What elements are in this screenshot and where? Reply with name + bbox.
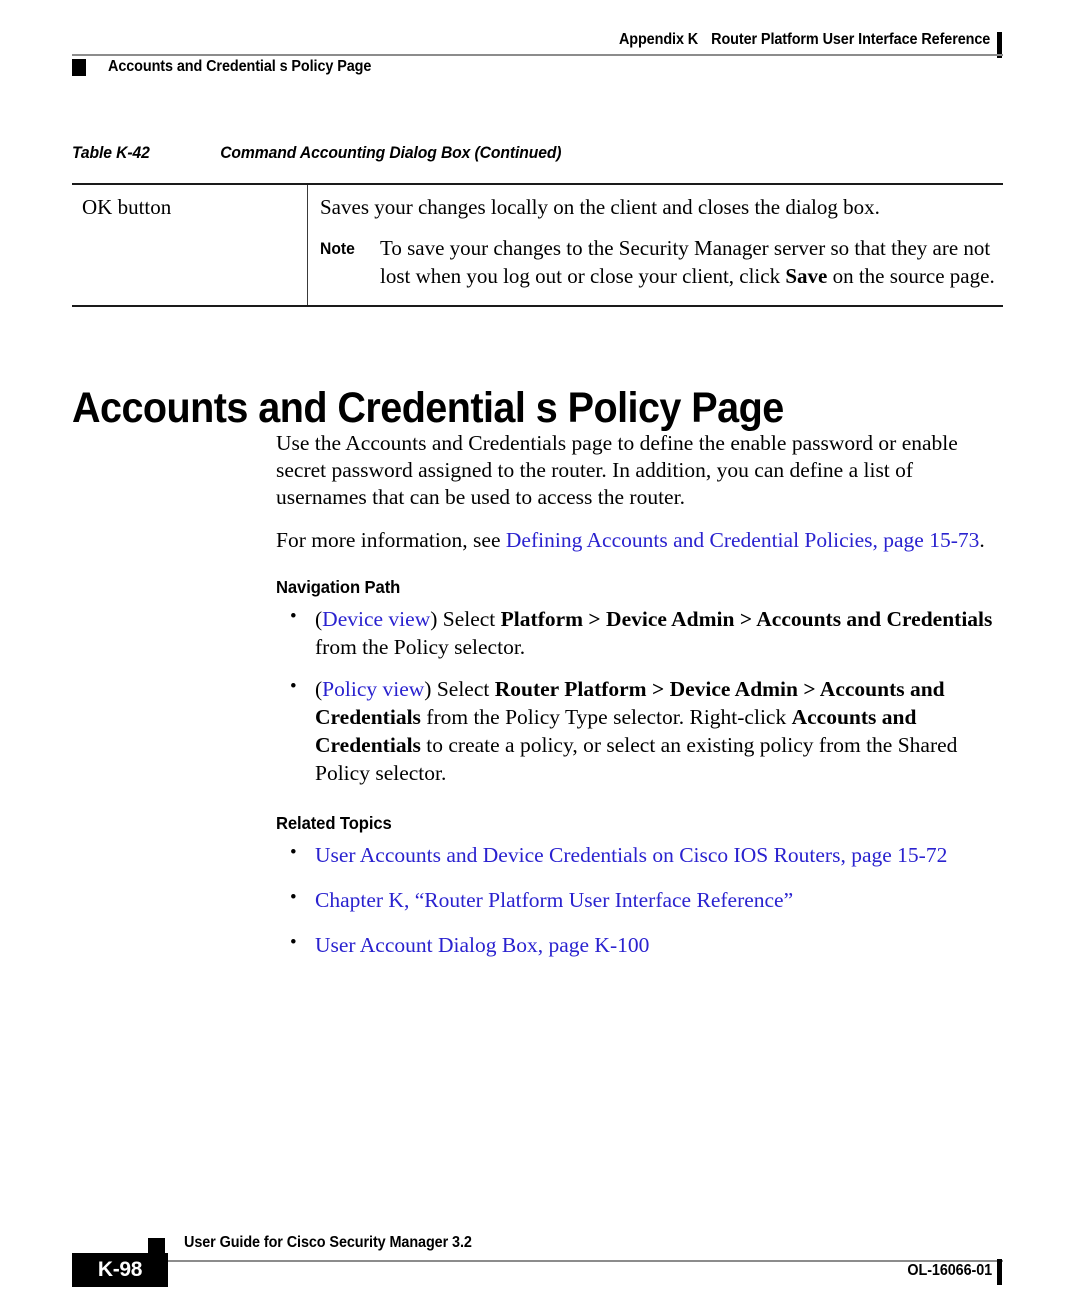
page-header: Appendix K Router Platform User Interface… xyxy=(0,0,1080,92)
table-row: OK button Saves your changes locally on … xyxy=(72,183,1003,307)
link-defining-accounts-and-credential-policies[interactable]: Defining Accounts and Credential Policie… xyxy=(506,528,979,552)
related-topics-heading: Related Topics xyxy=(276,812,392,833)
table-note: Note To save your changes to the Securit… xyxy=(320,235,999,291)
nav-mid: from the Policy Type selector. Right-cli… xyxy=(420,705,792,730)
nav-close-paren: ) Select xyxy=(430,607,501,632)
link-user-account-dialog-box[interactable]: User Account Dialog Box, page K-100 xyxy=(315,933,649,957)
header-appendix-label: Appendix K xyxy=(618,31,698,48)
table-caption-label: Table K-42 xyxy=(72,144,150,162)
nav-bold-path: Platform > Device Admin > Accounts and C… xyxy=(500,607,993,632)
table-caption-title: Command Accounting Dialog Box (Continued… xyxy=(220,144,562,162)
main-content: Use the Accounts and Credentials page to… xyxy=(276,430,1006,977)
header-chapter-reference: Router Platform User Interface Reference xyxy=(710,31,990,48)
footer-guide-title: User Guide for Cisco Security Manager 3.… xyxy=(184,1234,472,1251)
note-text: To save your changes to the Security Man… xyxy=(380,235,999,291)
link-device-view[interactable]: Device view xyxy=(322,607,430,631)
table-cell-description-text: Saves your changes locally on the client… xyxy=(320,195,880,219)
intro-paragraph: Use the Accounts and Credentials page to… xyxy=(276,431,958,510)
footer-document-id: OL-16066-01 xyxy=(907,1262,992,1279)
table-cell-term: OK button xyxy=(72,185,308,305)
list-item: Chapter K, “Router Platform User Interfa… xyxy=(276,886,1006,915)
header-running-head: Appendix K Router Platform User Interface… xyxy=(619,31,990,49)
nav-tail: from the Policy selector. xyxy=(315,635,526,660)
more-info-prefix: For more information, see xyxy=(276,528,506,553)
document-page: Appendix K Router Platform User Interface… xyxy=(0,0,1080,1311)
navigation-path-list: (Device view) Select Platform > Device A… xyxy=(276,605,1006,788)
list-item: (Policy view) Select Router Platform > D… xyxy=(276,675,1006,788)
header-square-bullet-icon xyxy=(72,59,86,76)
nav-close-paren: ) Select xyxy=(424,677,495,702)
footer-page-number: K-98 xyxy=(72,1253,168,1287)
link-user-accounts-and-device-credentials[interactable]: User Accounts and Device Credentials on … xyxy=(315,843,947,867)
link-chapter-k-router-platform-reference[interactable]: Chapter K, “Router Platform User Interfa… xyxy=(315,888,793,912)
footer-change-bar xyxy=(997,1259,1002,1285)
header-section-title: Accounts and Credential s Policy Page xyxy=(108,58,372,75)
more-information-paragraph: For more information, see Defining Accou… xyxy=(276,527,1006,554)
navigation-path-heading: Navigation Path xyxy=(276,577,401,598)
list-item: (Device view) Select Platform > Device A… xyxy=(276,605,1006,662)
note-text-part-2: on the source page. xyxy=(827,263,995,288)
header-divider-rule xyxy=(72,54,1003,56)
note-label: Note xyxy=(320,239,355,258)
table-cell-description: Saves your changes locally on the client… xyxy=(308,185,1003,305)
footer-divider-rule xyxy=(72,1260,1003,1262)
list-item: User Accounts and Device Credentials on … xyxy=(276,841,1006,870)
related-topics-list: User Accounts and Device Credentials on … xyxy=(276,841,1006,960)
table-k-42: Table K-42 Command Accounting Dialog Box… xyxy=(72,144,1003,307)
table-caption: Table K-42 Command Accounting Dialog Box… xyxy=(72,144,956,163)
note-text-bold: Save xyxy=(785,263,828,288)
list-item: User Account Dialog Box, page K-100 xyxy=(276,931,1006,960)
link-policy-view[interactable]: Policy view xyxy=(322,677,424,701)
more-info-suffix: . xyxy=(979,528,985,553)
page-title: Accounts and Credential s Policy Page xyxy=(72,383,784,432)
